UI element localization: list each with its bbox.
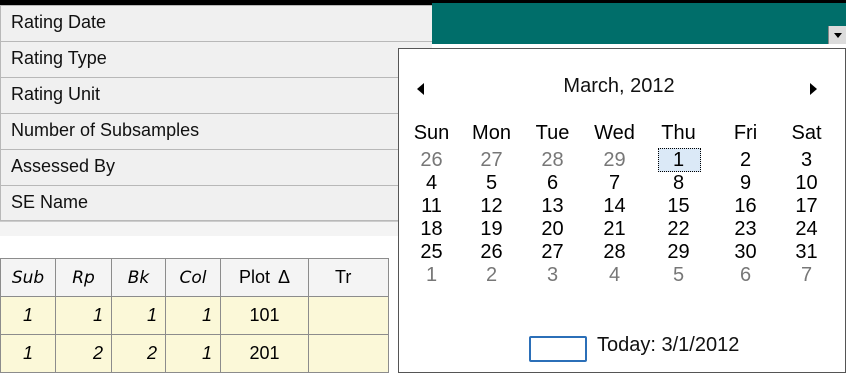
- calendar-day[interactable]: 8: [652, 172, 705, 195]
- cell-bk[interactable]: 1: [111, 296, 166, 335]
- calendar-day[interactable]: 5: [465, 172, 518, 195]
- cell-sub[interactable]: 1: [0, 296, 56, 335]
- today-marker-icon: [529, 336, 587, 362]
- property-assessed-by[interactable]: Assessed By: [0, 149, 432, 185]
- column-header-tr[interactable]: Tr: [308, 258, 389, 297]
- calendar-day[interactable]: 9: [719, 172, 772, 195]
- calendar-day[interactable]: 12: [465, 195, 518, 218]
- next-month-icon[interactable]: [810, 83, 817, 95]
- calendar-popup: March, 2012 Sun Mon Tue Wed Thu Fri Sat 26 27 28 2…: [398, 48, 846, 373]
- calendar-day[interactable]: 26: [465, 241, 518, 264]
- weekday-header-tue: Tue: [535, 122, 570, 144]
- column-header-bk[interactable]: Bk: [111, 258, 166, 297]
- calendar-day[interactable]: 23: [719, 218, 772, 241]
- property-number-of-subsamples[interactable]: Number of Subsamples: [0, 113, 432, 149]
- calendar-day[interactable]: 4: [588, 264, 641, 287]
- cell-rp[interactable]: 1: [55, 296, 112, 335]
- calendar-day[interactable]: 31: [780, 241, 833, 264]
- property-rating-type[interactable]: Rating Type: [0, 41, 432, 77]
- dropdown-button[interactable]: [828, 26, 846, 44]
- calendar-day[interactable]: 27: [526, 241, 579, 264]
- cell-rp[interactable]: 2: [55, 334, 112, 373]
- calendar-day[interactable]: 14: [588, 195, 641, 218]
- calendar-day[interactable]: 25: [405, 241, 458, 264]
- divider: [0, 221, 432, 236]
- calendar-day[interactable]: 7: [588, 172, 641, 195]
- calendar-day[interactable]: 2: [719, 149, 772, 172]
- column-header-rp[interactable]: Rp: [55, 258, 112, 297]
- weekday-header-fri: Fri: [733, 122, 758, 144]
- weekday-header-thu: Thu: [661, 122, 696, 144]
- cell-tr[interactable]: [308, 296, 389, 335]
- calendar-day[interactable]: 20: [526, 218, 579, 241]
- cell-plot[interactable]: 101: [220, 296, 309, 335]
- calendar-day[interactable]: 1: [405, 264, 458, 287]
- calendar-day[interactable]: 27: [465, 149, 518, 172]
- property-rating-unit[interactable]: Rating Unit: [0, 77, 432, 113]
- calendar-day[interactable]: 22: [652, 218, 705, 241]
- cell-sub[interactable]: 1: [0, 334, 56, 373]
- selected-day[interactable]: 1: [652, 149, 705, 172]
- calendar-day[interactable]: 10: [780, 172, 833, 195]
- property-se-name[interactable]: SE Name: [0, 185, 432, 221]
- property-rating-date[interactable]: Rating Date: [0, 5, 432, 41]
- calendar-day[interactable]: 19: [465, 218, 518, 241]
- cell-col[interactable]: 1: [165, 296, 221, 335]
- weekday-header-mon: Mon: [472, 122, 511, 144]
- calendar-day[interactable]: 29: [652, 241, 705, 264]
- cell-bk[interactable]: 2: [111, 334, 166, 373]
- calendar-day[interactable]: 24: [780, 218, 833, 241]
- calendar-day[interactable]: 4: [405, 172, 458, 195]
- table-row[interactable]: 1 2 2 1 201: [0, 334, 389, 373]
- column-header-sub[interactable]: Sub: [0, 258, 56, 297]
- calendar-day[interactable]: 5: [652, 264, 705, 287]
- calendar-day[interactable]: 3: [526, 264, 579, 287]
- calendar-day[interactable]: 30: [719, 241, 772, 264]
- plot-header-label: Plot: [238, 267, 270, 287]
- cell-tr[interactable]: [308, 334, 389, 373]
- calendar-day[interactable]: 13: [526, 195, 579, 218]
- column-header-plot[interactable]: Plot Δ: [220, 258, 309, 297]
- calendar-day[interactable]: 11: [405, 195, 458, 218]
- calendar-day[interactable]: 2: [465, 264, 518, 287]
- calendar-day[interactable]: 29: [588, 149, 641, 172]
- today-label: Today: 3/1/2012: [597, 334, 740, 356]
- calendar-day[interactable]: 16: [719, 195, 772, 218]
- month-title[interactable]: March, 2012: [399, 75, 839, 98]
- rating-date-combo[interactable]: [432, 3, 846, 44]
- calendar-day[interactable]: 21: [588, 218, 641, 241]
- calendar-day[interactable]: 3: [780, 149, 833, 172]
- calendar-day[interactable]: 6: [719, 264, 772, 287]
- table-row[interactable]: 1 1 1 1 101: [0, 296, 389, 335]
- sort-ascending-icon: Δ: [278, 267, 291, 287]
- cell-col[interactable]: 1: [165, 334, 221, 373]
- weekday-header-wed: Wed: [594, 122, 635, 144]
- calendar-day[interactable]: 26: [405, 149, 458, 172]
- calendar-day[interactable]: 28: [588, 241, 641, 264]
- calendar-day[interactable]: 7: [780, 264, 833, 287]
- weekday-header-sat: Sat: [791, 122, 822, 144]
- weekday-header-sun: Sun: [413, 122, 450, 144]
- calendar-day[interactable]: 6: [526, 172, 579, 195]
- calendar-day[interactable]: 18: [405, 218, 458, 241]
- plot-grid: Sub Rp Bk Col Plot Δ Tr 1 1 1 1 101 1 2 2…: [0, 258, 389, 373]
- property-list: Rating Date Rating Type Rating Unit Numb…: [0, 5, 440, 236]
- chevron-down-icon: [834, 33, 842, 38]
- calendar-day[interactable]: 28: [526, 149, 579, 172]
- calendar-day[interactable]: 17: [780, 195, 833, 218]
- calendar-day[interactable]: 15: [652, 195, 705, 218]
- column-header-col[interactable]: Col: [165, 258, 221, 297]
- cell-plot[interactable]: 201: [220, 334, 309, 373]
